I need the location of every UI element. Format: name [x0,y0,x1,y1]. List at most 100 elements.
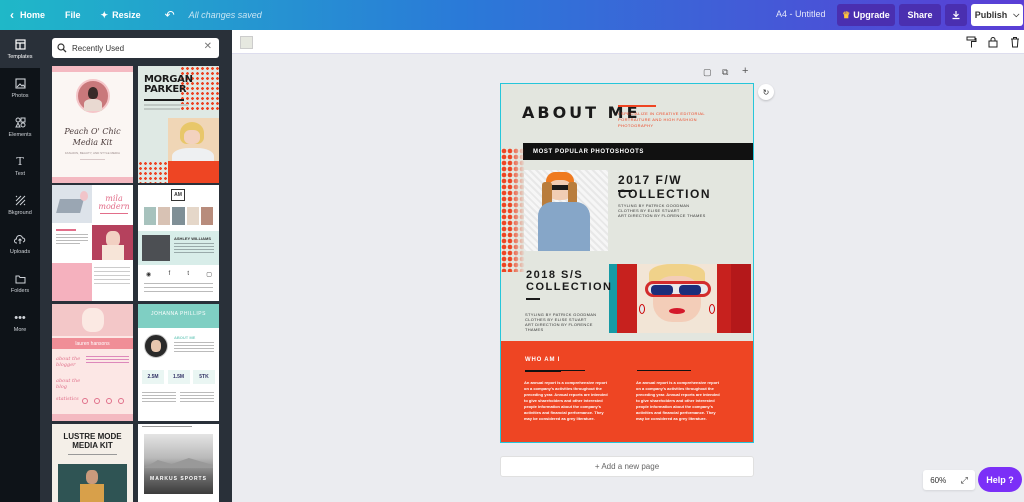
stat-value: 2.5M [142,370,164,384]
zoom-level[interactable]: 60% [930,476,946,485]
divider [525,370,585,371]
collection-2-title[interactable]: 2018 S/S COLLECTION [526,269,613,293]
editor-toolbar [232,30,1024,54]
upgrade-button[interactable]: ♛ Upgrade [837,4,895,26]
rail-more[interactable]: ••• More [0,303,40,341]
section-heading: statistics [56,396,79,402]
text-line [144,108,180,110]
duplicate-page-icon[interactable]: ⧉ [722,67,728,78]
photoshoot-image-1[interactable] [524,170,608,251]
undo-button[interactable]: ↶ [165,8,175,22]
search-icon [52,43,72,53]
rail-label: Uploads [9,248,31,255]
divider [68,454,117,455]
stat-value: 1.5M [167,370,190,384]
rail-photos[interactable]: Photos [0,69,40,107]
credit-line: THAMES [525,327,544,332]
top-bar: ‹ Home File ✦ Resize ↶ All changes saved… [0,0,1024,30]
rail-elements[interactable]: Elements [0,108,40,146]
rail-label: Templates [7,53,33,60]
desk-photo [52,185,92,223]
undo-icon: ↶ [164,8,175,22]
rail-text[interactable]: T Text [0,147,40,185]
divider [100,213,128,214]
section-heading: ABOUT ME [174,335,196,340]
upload-icon [14,234,26,246]
photo-strip [144,207,214,225]
left-rail: Templates Photos Elements T Text Bkgroun… [0,30,40,502]
lock-icon[interactable] [986,35,1000,49]
stats-row: 2.5M 1.5M 5TK [142,370,215,384]
rail-templates[interactable]: Templates [0,30,40,68]
rail-uploads[interactable]: Uploads [0,225,40,263]
rail-background[interactable]: Bkground [0,186,40,224]
template-thumbnail[interactable]: AM ASHLEY WILLIAMS ◉ f t ▢ [138,185,219,301]
avatar [144,334,168,358]
home-label: Home [20,10,46,20]
text-lines [86,356,129,357]
facebook-icon: f [168,271,171,277]
zoom-control[interactable]: 60% ⤢ [923,470,975,490]
collection-1-title[interactable]: 2017 F/W COLLECTION [618,173,753,201]
color-swatch[interactable] [240,36,253,49]
add-page-button[interactable]: + Add a new page [500,456,754,477]
landscape-photo: MARKUS SPORTS [144,434,213,494]
chevron-left-icon: ‹ [10,8,14,22]
section-heading: about the blogger [56,356,81,368]
collection-1-credits[interactable]: STYLING BY PATRICK GOODMAN CLOTHES BY EL… [618,203,706,218]
color-block [52,263,92,301]
divider [80,159,105,167]
download-button[interactable] [945,4,967,26]
home-button[interactable]: ‹ Home [10,8,45,22]
clear-search-icon[interactable]: ✕ [204,41,212,52]
download-icon [952,11,960,20]
halftone-decoration [138,161,168,183]
template-thumbnail[interactable]: MORGAN PARKER [138,66,219,183]
divider [637,370,691,371]
accent-line [618,105,656,107]
trash-icon[interactable] [1008,35,1022,49]
collection-2-credits[interactable]: STYLING BY PATRICK GOODMAN CLOTHES BY EL… [525,312,596,332]
fullscreen-icon[interactable]: ⤢ [961,475,968,486]
add-page-plus-icon[interactable]: + [742,65,748,77]
section-heading: about the blog [56,378,81,390]
template-thumbnail[interactable]: LUSTRE MODE MEDIA KIT [52,424,133,502]
chevron-down-icon: ⌵ [1013,10,1020,19]
template-thumbnail[interactable]: lauren hansons about the blogger about t… [52,304,133,421]
help-button[interactable]: Help ? [978,467,1022,492]
credit-line: ART DIRECTION BY FLORENCE THAMES [618,213,706,218]
divider [526,298,540,300]
text-line [144,104,188,106]
template-thumbnail[interactable]: MARKUS SPORTS [138,424,219,502]
model-photo [92,225,133,260]
photoshoot-image-2[interactable] [609,264,751,333]
file-menu[interactable]: File [65,10,81,20]
add-note-icon[interactable]: ▢ [703,67,712,78]
template-thumbnail[interactable]: JOHANNA PHILLIPS ABOUT ME 2.5M 1.5M 5TK [138,304,219,421]
intro-text[interactable]: I SPECIALIZE IN CREATIVE EDITORIAL PORTR… [618,111,724,129]
profile-band: ASHLEY WILLIAMS [138,231,219,265]
stat-value: 5TK [193,370,215,384]
search-input[interactable]: Recently Used ✕ [52,38,219,58]
template-thumbnail[interactable]: Peach O' Chic Media Kit FASHION, BEAUTY,… [52,66,133,183]
rotate-handle-icon[interactable]: ↻ [758,84,774,100]
paragraph-line: may be considered as grey literature. [636,416,707,421]
elements-icon [14,117,26,129]
section-banner[interactable]: MOST POPULAR PHOTOSHOOTS [523,143,753,160]
collection-2-title-line: 2018 S/S [526,269,584,281]
paint-roller-icon[interactable] [964,35,978,49]
text-lines [180,392,214,393]
template-subtitle: Media Kit [72,138,113,147]
background-icon [14,195,26,207]
text-icon: T [16,155,24,168]
resize-button[interactable]: ✦ Resize [101,10,141,21]
document-title[interactable]: A4 - Untitled [776,9,826,19]
template-thumbnail[interactable]: mila modern [52,185,133,301]
template-title: MARKUS SPORTS [150,476,207,482]
save-status: All changes saved [188,10,262,20]
rail-folders[interactable]: Folders [0,264,40,302]
who-am-i-section[interactable]: WHO AM I An annual report is a comprehen… [501,341,753,442]
share-button[interactable]: Share [899,4,941,26]
design-page[interactable]: ABOUT ME I SPECIALIZE IN CREATIVE EDITOR… [500,83,754,443]
publish-button[interactable]: Publish ⌵ [971,4,1023,26]
